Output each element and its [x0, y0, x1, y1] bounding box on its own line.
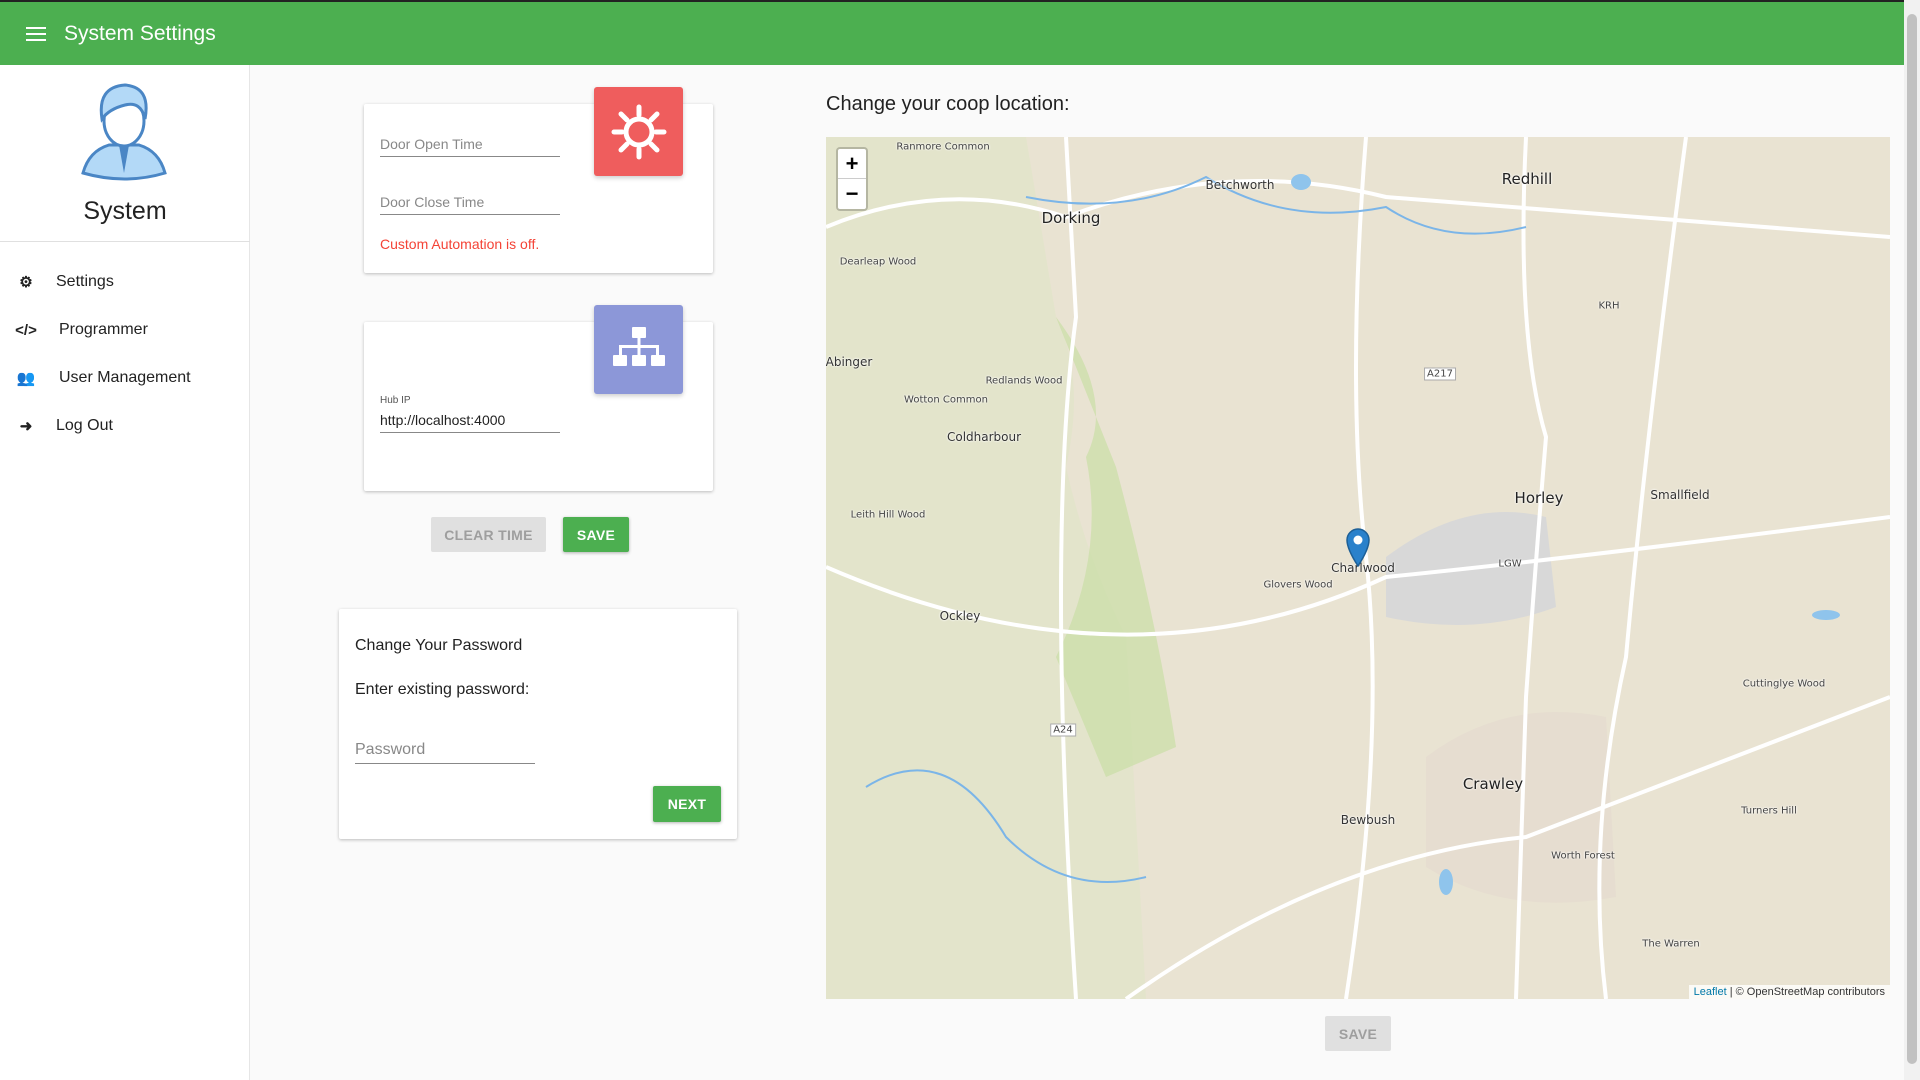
map-place-label: Turners Hill: [1741, 805, 1797, 817]
clear-time-button[interactable]: CLEAR TIME: [431, 517, 546, 552]
map-place-label: Dorking: [1041, 209, 1101, 227]
map-attribution: Leaflet | © OpenStreetMap contributors: [1688, 985, 1890, 999]
password-input[interactable]: Password: [355, 741, 535, 764]
password-card-title: Change Your Password: [355, 637, 523, 654]
sun-icon: [611, 104, 666, 159]
map-place-label: Betchworth: [1205, 178, 1275, 192]
page-scrollbar[interactable]: [1904, 0, 1920, 1080]
sign-out-icon: ➜: [19, 418, 33, 435]
map-place-label: Redhill: [1501, 170, 1553, 188]
next-button[interactable]: NEXT: [653, 786, 721, 822]
sidebar-item-settings[interactable]: ⚙ Settings: [0, 262, 250, 302]
map-place-label: Ockley: [939, 609, 981, 623]
location-marker-icon[interactable]: [1345, 527, 1371, 567]
map-place-label: Bewbush: [1340, 813, 1396, 827]
map-place-label: The Warren: [1642, 938, 1700, 950]
sidebar-item-programmer[interactable]: </> Programmer: [0, 310, 250, 350]
sidebar-item-log-out[interactable]: ➜ Log Out: [0, 406, 250, 446]
attribution-text: | © OpenStreetMap contributors: [1726, 986, 1885, 998]
map-place-label: Crawley: [1462, 775, 1524, 793]
save-location-button[interactable]: SAVE: [1325, 1016, 1391, 1051]
map-place-label: Cuttinglye Wood: [1742, 678, 1826, 690]
map-place-label: Horley: [1514, 489, 1564, 507]
road-label: A24: [1050, 723, 1076, 737]
change-password-card: Change Your Password Enter existing pass…: [339, 609, 737, 839]
code-icon: </>: [15, 321, 37, 339]
page-title: System Settings: [64, 21, 216, 45]
leaflet-link[interactable]: Leaflet: [1694, 986, 1727, 998]
hub-ip-input[interactable]: http://localhost:4000: [380, 412, 560, 433]
password-prompt: Enter existing password:: [355, 681, 530, 698]
hamburger-icon[interactable]: [26, 26, 46, 41]
sidebar-divider: [0, 241, 250, 242]
sitemap-icon: [612, 326, 665, 366]
map-title: Change your coop location:: [826, 93, 1070, 115]
sidebar: System ⚙ Settings </> Programmer 👥 User Man…: [0, 65, 250, 1080]
map-place-label: Wotton Common: [904, 394, 988, 406]
sidebar-item-label: Log Out: [56, 417, 113, 434]
sidebar-item-label: Settings: [56, 273, 114, 290]
map-place-label: Worth Forest: [1551, 850, 1615, 862]
map-place-label: LGW: [1498, 558, 1522, 570]
sidebar-item-label: User Management: [59, 369, 191, 386]
zoom-control: + −: [836, 147, 868, 211]
door-close-time-input[interactable]: Door Close Time: [380, 194, 560, 215]
zoom-out-button[interactable]: −: [838, 179, 866, 209]
automation-status: Custom Automation is off.: [380, 236, 540, 252]
user-avatar-icon: [81, 83, 167, 181]
save-settings-button[interactable]: SAVE: [563, 517, 629, 552]
scrollbar-thumb[interactable]: [1907, 14, 1917, 1064]
road-label: A217: [1424, 367, 1456, 381]
map-place-label: Dearleap Wood: [839, 256, 917, 268]
map-place-label: Glovers Wood: [1263, 579, 1333, 591]
map-place-label: KRH: [1598, 300, 1620, 312]
sidebar-item-label: Programmer: [59, 321, 148, 338]
zoom-in-button[interactable]: +: [838, 149, 866, 179]
hub-ip-label: Hub IP: [380, 395, 411, 406]
map-place-label: Smallfield: [1650, 488, 1710, 502]
door-open-time-input[interactable]: Door Open Time: [380, 136, 560, 157]
users-icon: 👥: [16, 370, 36, 387]
map-place-label: Leith Hill Wood: [850, 509, 926, 521]
location-map[interactable]: Dorking Betchworth Redhill Horley Charlw…: [826, 137, 1890, 999]
sitemap-icon-box: [594, 305, 683, 394]
map-place-label: Abinger: [826, 355, 873, 369]
sun-icon-box: [594, 87, 683, 176]
sidebar-item-user-management[interactable]: 👥 User Management: [0, 358, 250, 398]
map-place-label: Coldharbour: [946, 430, 1022, 444]
gear-icon: ⚙: [19, 274, 33, 291]
user-name: System: [83, 197, 167, 225]
map-place-label: Ranmore Common: [896, 141, 990, 153]
map-place-label: Redlands Wood: [985, 375, 1063, 387]
app-bar: System Settings: [0, 0, 1904, 65]
